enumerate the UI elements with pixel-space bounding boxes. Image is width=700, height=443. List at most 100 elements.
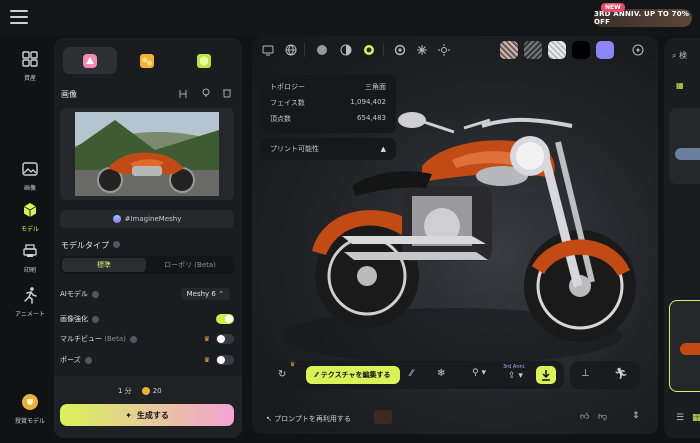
- stat-label: トポロジー: [270, 83, 305, 91]
- new-badge: NEW: [601, 3, 625, 12]
- ai-model-row: AIモデル Meshy 6 ⌃: [60, 287, 234, 301]
- stat-faces: フェイス数 1,094,402: [270, 98, 386, 108]
- trophy-icon: [22, 394, 38, 410]
- hashtag-chip[interactable]: #ImagineMeshy: [60, 210, 234, 228]
- half-shading-icon[interactable]: [340, 44, 352, 56]
- search-input[interactable]: ⌕ 検: [672, 50, 700, 66]
- image-section-title: 画像: [61, 90, 77, 99]
- bulb-icon[interactable]: [201, 88, 211, 98]
- sun-icon[interactable]: [438, 44, 450, 56]
- generate-button[interactable]: ✦ 生成する: [60, 404, 234, 426]
- printability-check[interactable]: プリント可能性 ▲: [260, 138, 396, 160]
- info-icon[interactable]: [129, 335, 137, 343]
- solid-shading-icon[interactable]: [316, 44, 328, 56]
- thumbs-up-icon[interactable]: 👍︎: [580, 412, 589, 422]
- reuse-prompt-button[interactable]: ↖ プロンプトを再利用する: [266, 414, 351, 424]
- nav-print[interactable]: 印刷: [6, 242, 54, 274]
- refresh-icon[interactable]: ↻: [278, 369, 286, 380]
- chevron-updown-icon: ⌃: [218, 290, 224, 298]
- fit-icon[interactable]: [178, 89, 188, 99]
- stat-value: 三角面: [365, 83, 386, 91]
- stat-topology: トポロジー 三角面: [270, 82, 386, 92]
- material-swatch-1[interactable]: [500, 41, 518, 59]
- material-swatch-2[interactable]: [524, 41, 542, 59]
- reuse-prompt-label: プロンプトを再利用する: [274, 415, 351, 423]
- color-black-swatch[interactable]: [572, 41, 590, 59]
- settings-icon[interactable]: [394, 44, 406, 56]
- snowflake-icon[interactable]: ❄: [437, 368, 445, 379]
- nav-label: アニメート: [15, 311, 45, 318]
- delete-icon[interactable]: [222, 88, 232, 98]
- multiview-row: マルチビュー (Beta) ♛: [60, 332, 234, 346]
- sparkle-icon: ✦: [125, 410, 132, 420]
- motorcycle-photo: [60, 108, 234, 200]
- nav-award[interactable]: 授賞モデル: [6, 393, 54, 425]
- thumbs-down-icon[interactable]: 👎︎: [598, 412, 607, 422]
- ai-model-value: Meshy 6: [186, 290, 216, 298]
- info-icon[interactable]: [92, 315, 99, 323]
- pose-label: ポーズ: [60, 356, 81, 364]
- grid-view-icon[interactable]: ▦: [676, 81, 684, 90]
- arrow-icon: ↖: [266, 415, 272, 423]
- thumbnail[interactable]: [374, 410, 392, 424]
- texture-shading-icon[interactable]: [363, 44, 375, 56]
- globe-icon: [112, 215, 121, 223]
- type-standard-option[interactable]: 標準: [62, 258, 146, 272]
- divider: [383, 43, 384, 57]
- nav-label: 印刷: [23, 267, 36, 274]
- ai-model-label: AIモデル: [60, 290, 88, 298]
- nav-image[interactable]: 画像: [6, 160, 54, 192]
- history-card[interactable]: [669, 108, 700, 184]
- download-button[interactable]: [536, 366, 556, 384]
- beta-label: (Beta): [104, 335, 126, 343]
- enhance-row: 画像強化: [60, 312, 234, 326]
- history-card-selected[interactable]: [669, 300, 700, 392]
- stat-label: 頂点数: [270, 115, 291, 123]
- nav-model[interactable]: モデル: [6, 201, 54, 233]
- warning-icon: ▲: [380, 145, 386, 153]
- input-image[interactable]: [60, 108, 234, 200]
- globe-icon[interactable]: [285, 44, 297, 56]
- pose-toggle[interactable]: [216, 355, 234, 365]
- nav-assets[interactable]: 資産: [6, 50, 54, 82]
- export-icon[interactable]: ⇪ ▾: [508, 371, 523, 381]
- adjust-icon[interactable]: ⊥: [581, 368, 590, 379]
- info-icon[interactable]: [91, 290, 99, 298]
- time-estimate: 1 分: [118, 387, 132, 395]
- nav-label: 授賞モデル: [14, 418, 45, 425]
- credit-cost: 20: [141, 387, 162, 395]
- enhance-toggle[interactable]: [216, 314, 234, 324]
- remesh-icon[interactable]: ⁄⁄: [410, 369, 413, 379]
- nav-label: 画像: [23, 185, 36, 192]
- cost-info: 1 分 20: [118, 386, 162, 396]
- grid-view-icon-2[interactable]: ▦: [692, 413, 700, 423]
- ai-model-select[interactable]: Meshy 6 ⌃: [180, 288, 230, 300]
- edit-texture-button[interactable]: ⁄⁄ テクスチャを編集する: [306, 366, 400, 384]
- rig-icon[interactable]: ⚲ ▾: [472, 368, 486, 378]
- info-icon[interactable]: [113, 241, 120, 248]
- type-lowpoly-option[interactable]: ローポリ (Beta): [148, 258, 232, 272]
- nav-animate[interactable]: アニメート: [6, 286, 54, 318]
- tab-multi-object[interactable]: [120, 47, 174, 74]
- download-icon: [542, 370, 550, 381]
- info-icon[interactable]: [84, 356, 92, 364]
- animate-icon[interactable]: 🏃︎: [614, 367, 628, 380]
- menu-icon[interactable]: [10, 10, 28, 24]
- material-swatch-3[interactable]: [548, 41, 566, 59]
- edit-texture-label: テクスチャを編集する: [320, 371, 391, 379]
- crown-icon: ♛: [290, 361, 296, 368]
- nav-label: 資産: [23, 75, 36, 82]
- tab-text-to-3d[interactable]: [63, 47, 117, 74]
- monitor-icon[interactable]: [262, 44, 274, 56]
- stat-vertices: 頂点数 654,483: [270, 114, 386, 124]
- tab-image-to-3d[interactable]: [177, 47, 231, 74]
- focus-icon[interactable]: [630, 42, 646, 58]
- lighting-icon[interactable]: [416, 44, 428, 56]
- color-purple-swatch[interactable]: [596, 41, 614, 59]
- list-view-icon[interactable]: ☰: [676, 413, 684, 423]
- expand-icon[interactable]: ⇕: [632, 411, 640, 421]
- credit-value: 20: [152, 387, 162, 395]
- crown-icon: ♛: [203, 356, 210, 364]
- coin-icon: [141, 387, 150, 395]
- multiview-toggle[interactable]: [216, 334, 234, 344]
